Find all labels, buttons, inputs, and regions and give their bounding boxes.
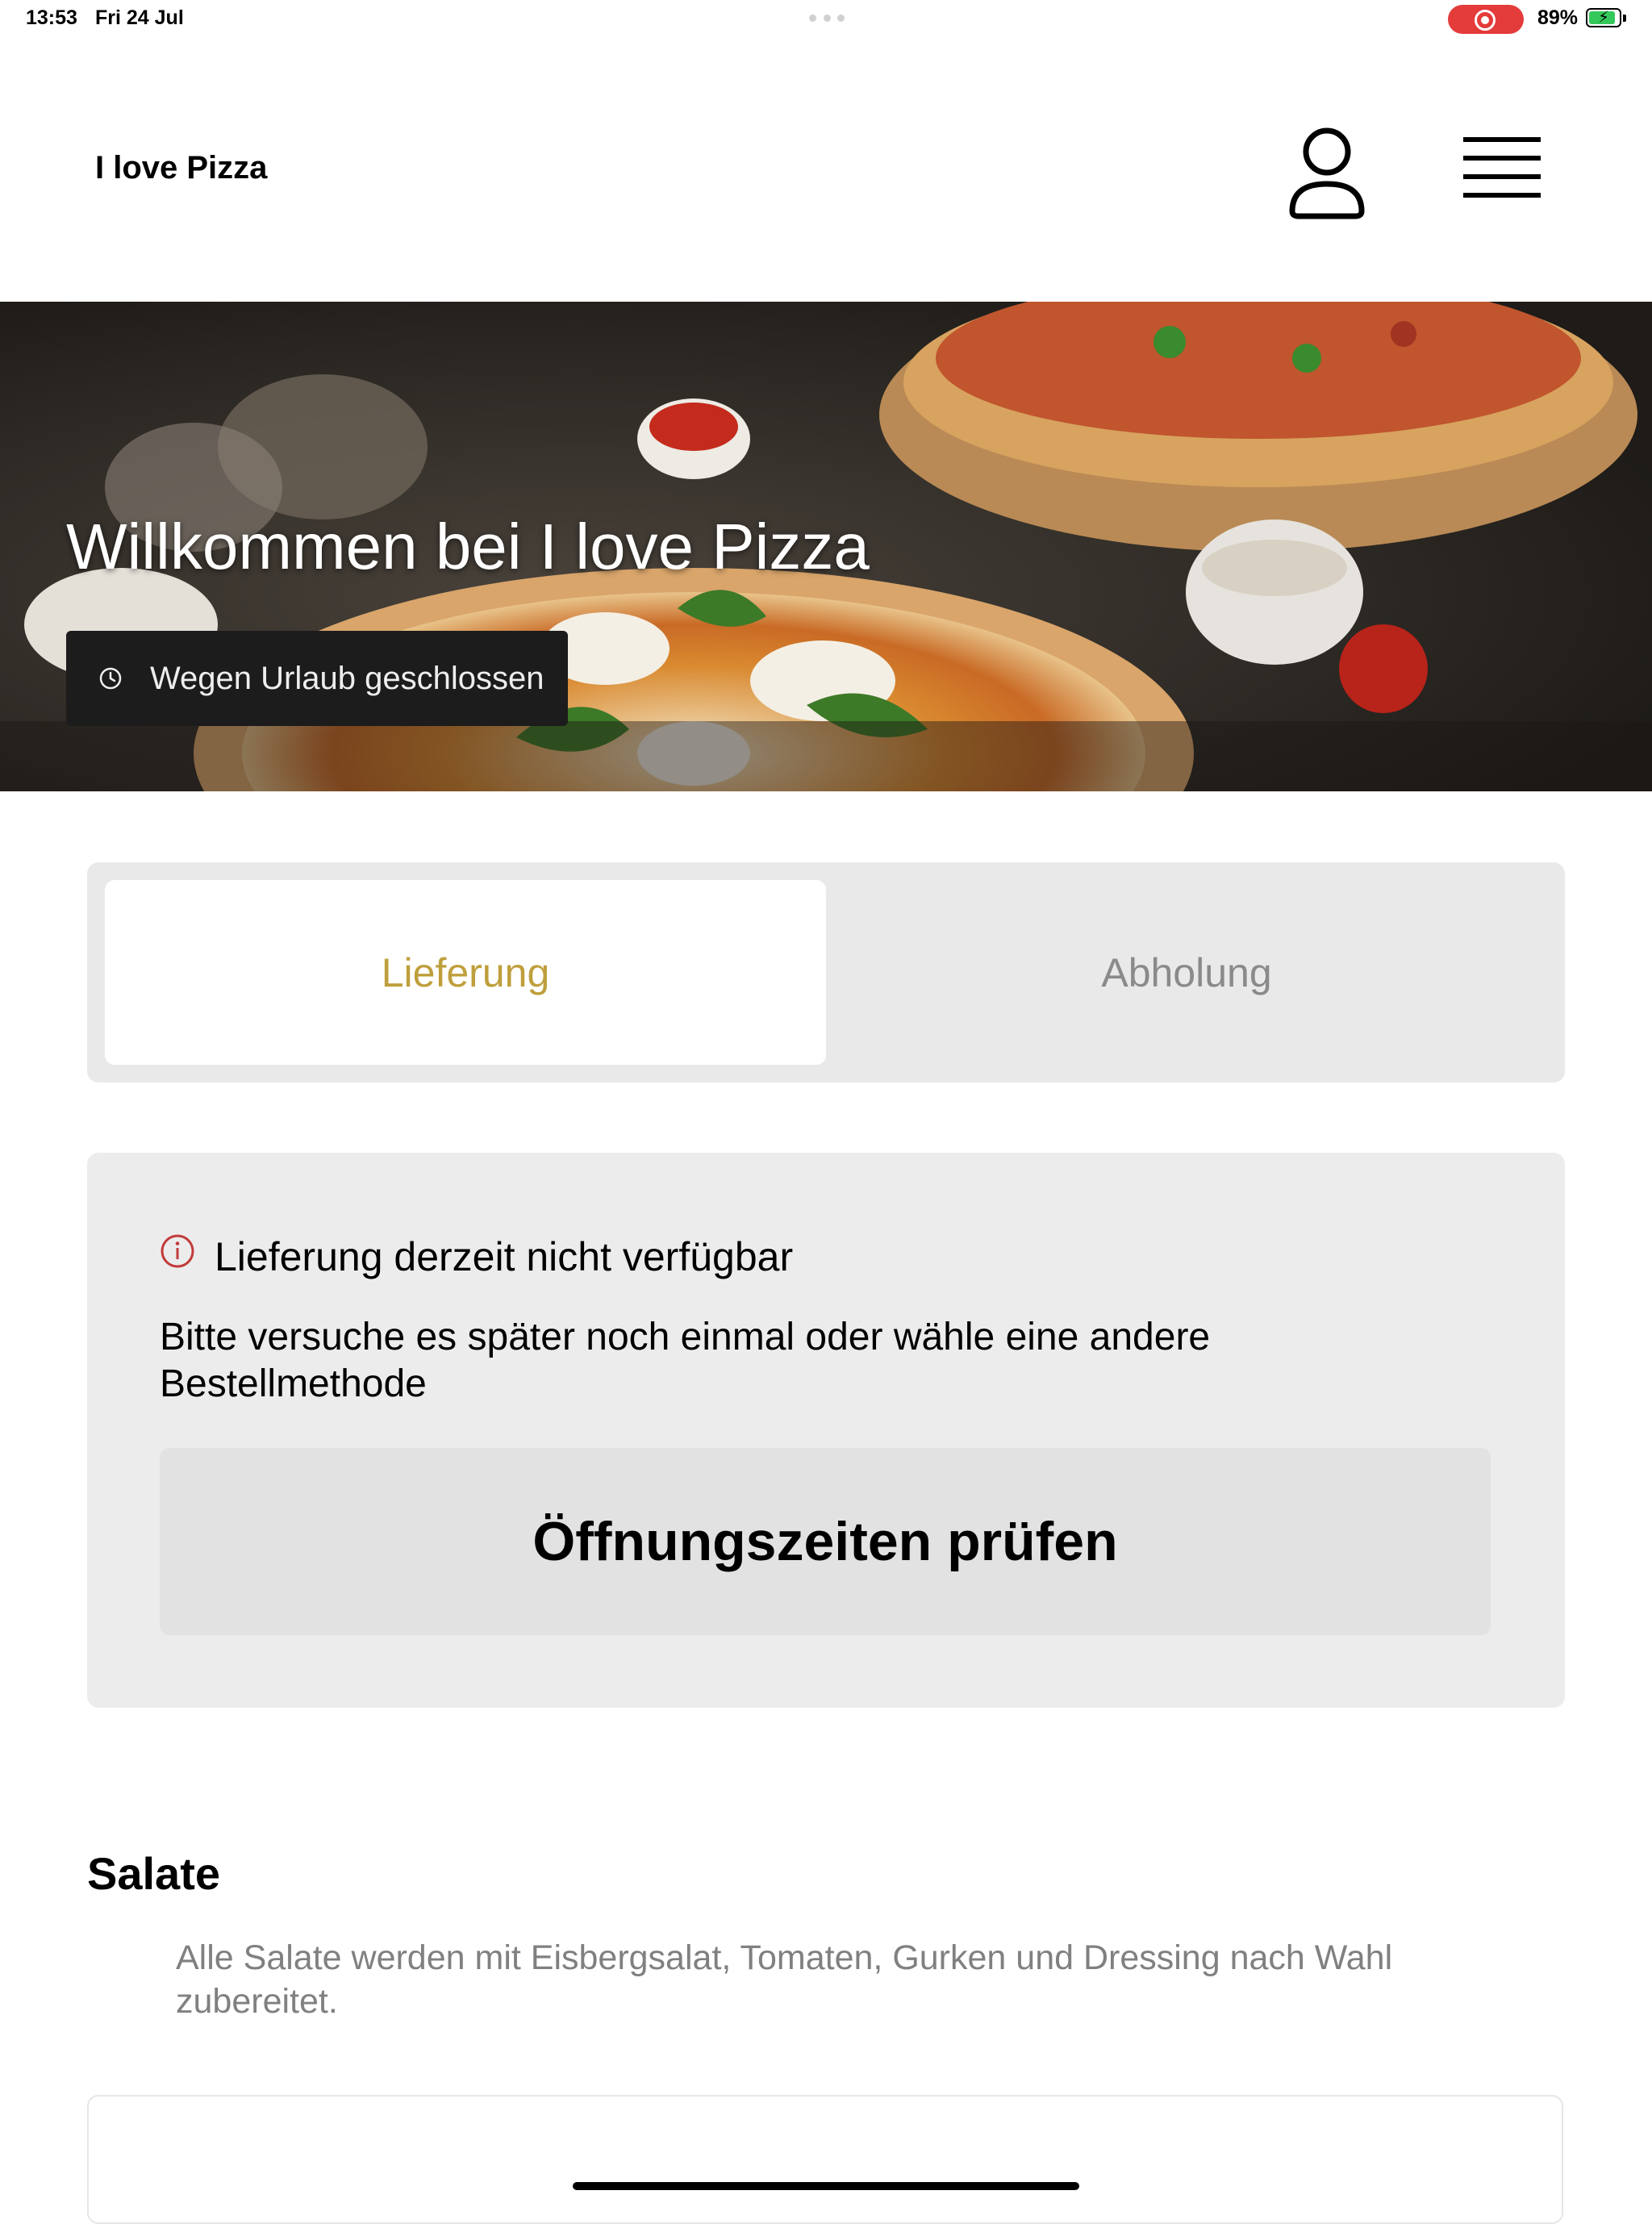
brand-title[interactable]: I love Pizza xyxy=(95,150,267,186)
tab-lieferung[interactable]: Lieferung xyxy=(105,880,826,1065)
home-indicator[interactable] xyxy=(573,2182,1079,2190)
hero-title: Willkommen bei I love Pizza xyxy=(66,511,870,582)
check-opening-hours-button[interactable]: Öffnungszeiten prüfen xyxy=(160,1448,1491,1635)
notice-title: Lieferung derzeit nicht verfügbar xyxy=(215,1234,794,1279)
battery-tip xyxy=(1623,15,1626,22)
hamburger-menu-icon xyxy=(1463,137,1541,198)
status-badge-label: Wegen Urlaub geschlossen xyxy=(150,660,544,696)
order-method-toggle: Lieferung Abholung xyxy=(87,862,1565,1083)
section-description: Alle Salate werden mit Eisbergsalat, Tom… xyxy=(176,1938,1393,2021)
hero-banner: Willkommen bei I love Pizza Wegen Urlaub… xyxy=(0,302,1652,791)
status-time: 13:53 xyxy=(26,6,77,29)
screen-recording-indicator[interactable] xyxy=(1448,5,1524,34)
user-icon xyxy=(1289,127,1365,219)
tab-abholung[interactable]: Abholung xyxy=(826,880,1547,1065)
battery-percentage: 89% xyxy=(1537,6,1579,29)
status-date: Fri 24 Jul xyxy=(95,6,184,29)
clock-icon xyxy=(99,667,122,690)
battery-icon: ⚡ xyxy=(1586,8,1621,27)
multitasking-dots-icon[interactable] xyxy=(809,15,845,23)
menu-button[interactable] xyxy=(1452,129,1552,210)
status-bar: 13:53 Fri 24 Jul 89% ⚡ xyxy=(0,0,1652,39)
delivery-unavailable-notice: Lieferung derzeit nicht verfügbar Bitte … xyxy=(87,1153,1565,1708)
section-title: Salate xyxy=(87,1848,220,1899)
status-badge: Wegen Urlaub geschlossen xyxy=(66,631,568,726)
menu-item-card[interactable] xyxy=(87,2095,1563,2224)
notice-text: Bitte versuche es später noch einmal ode… xyxy=(160,1316,1211,1405)
account-button[interactable] xyxy=(1283,121,1371,226)
info-icon xyxy=(161,1234,194,1268)
